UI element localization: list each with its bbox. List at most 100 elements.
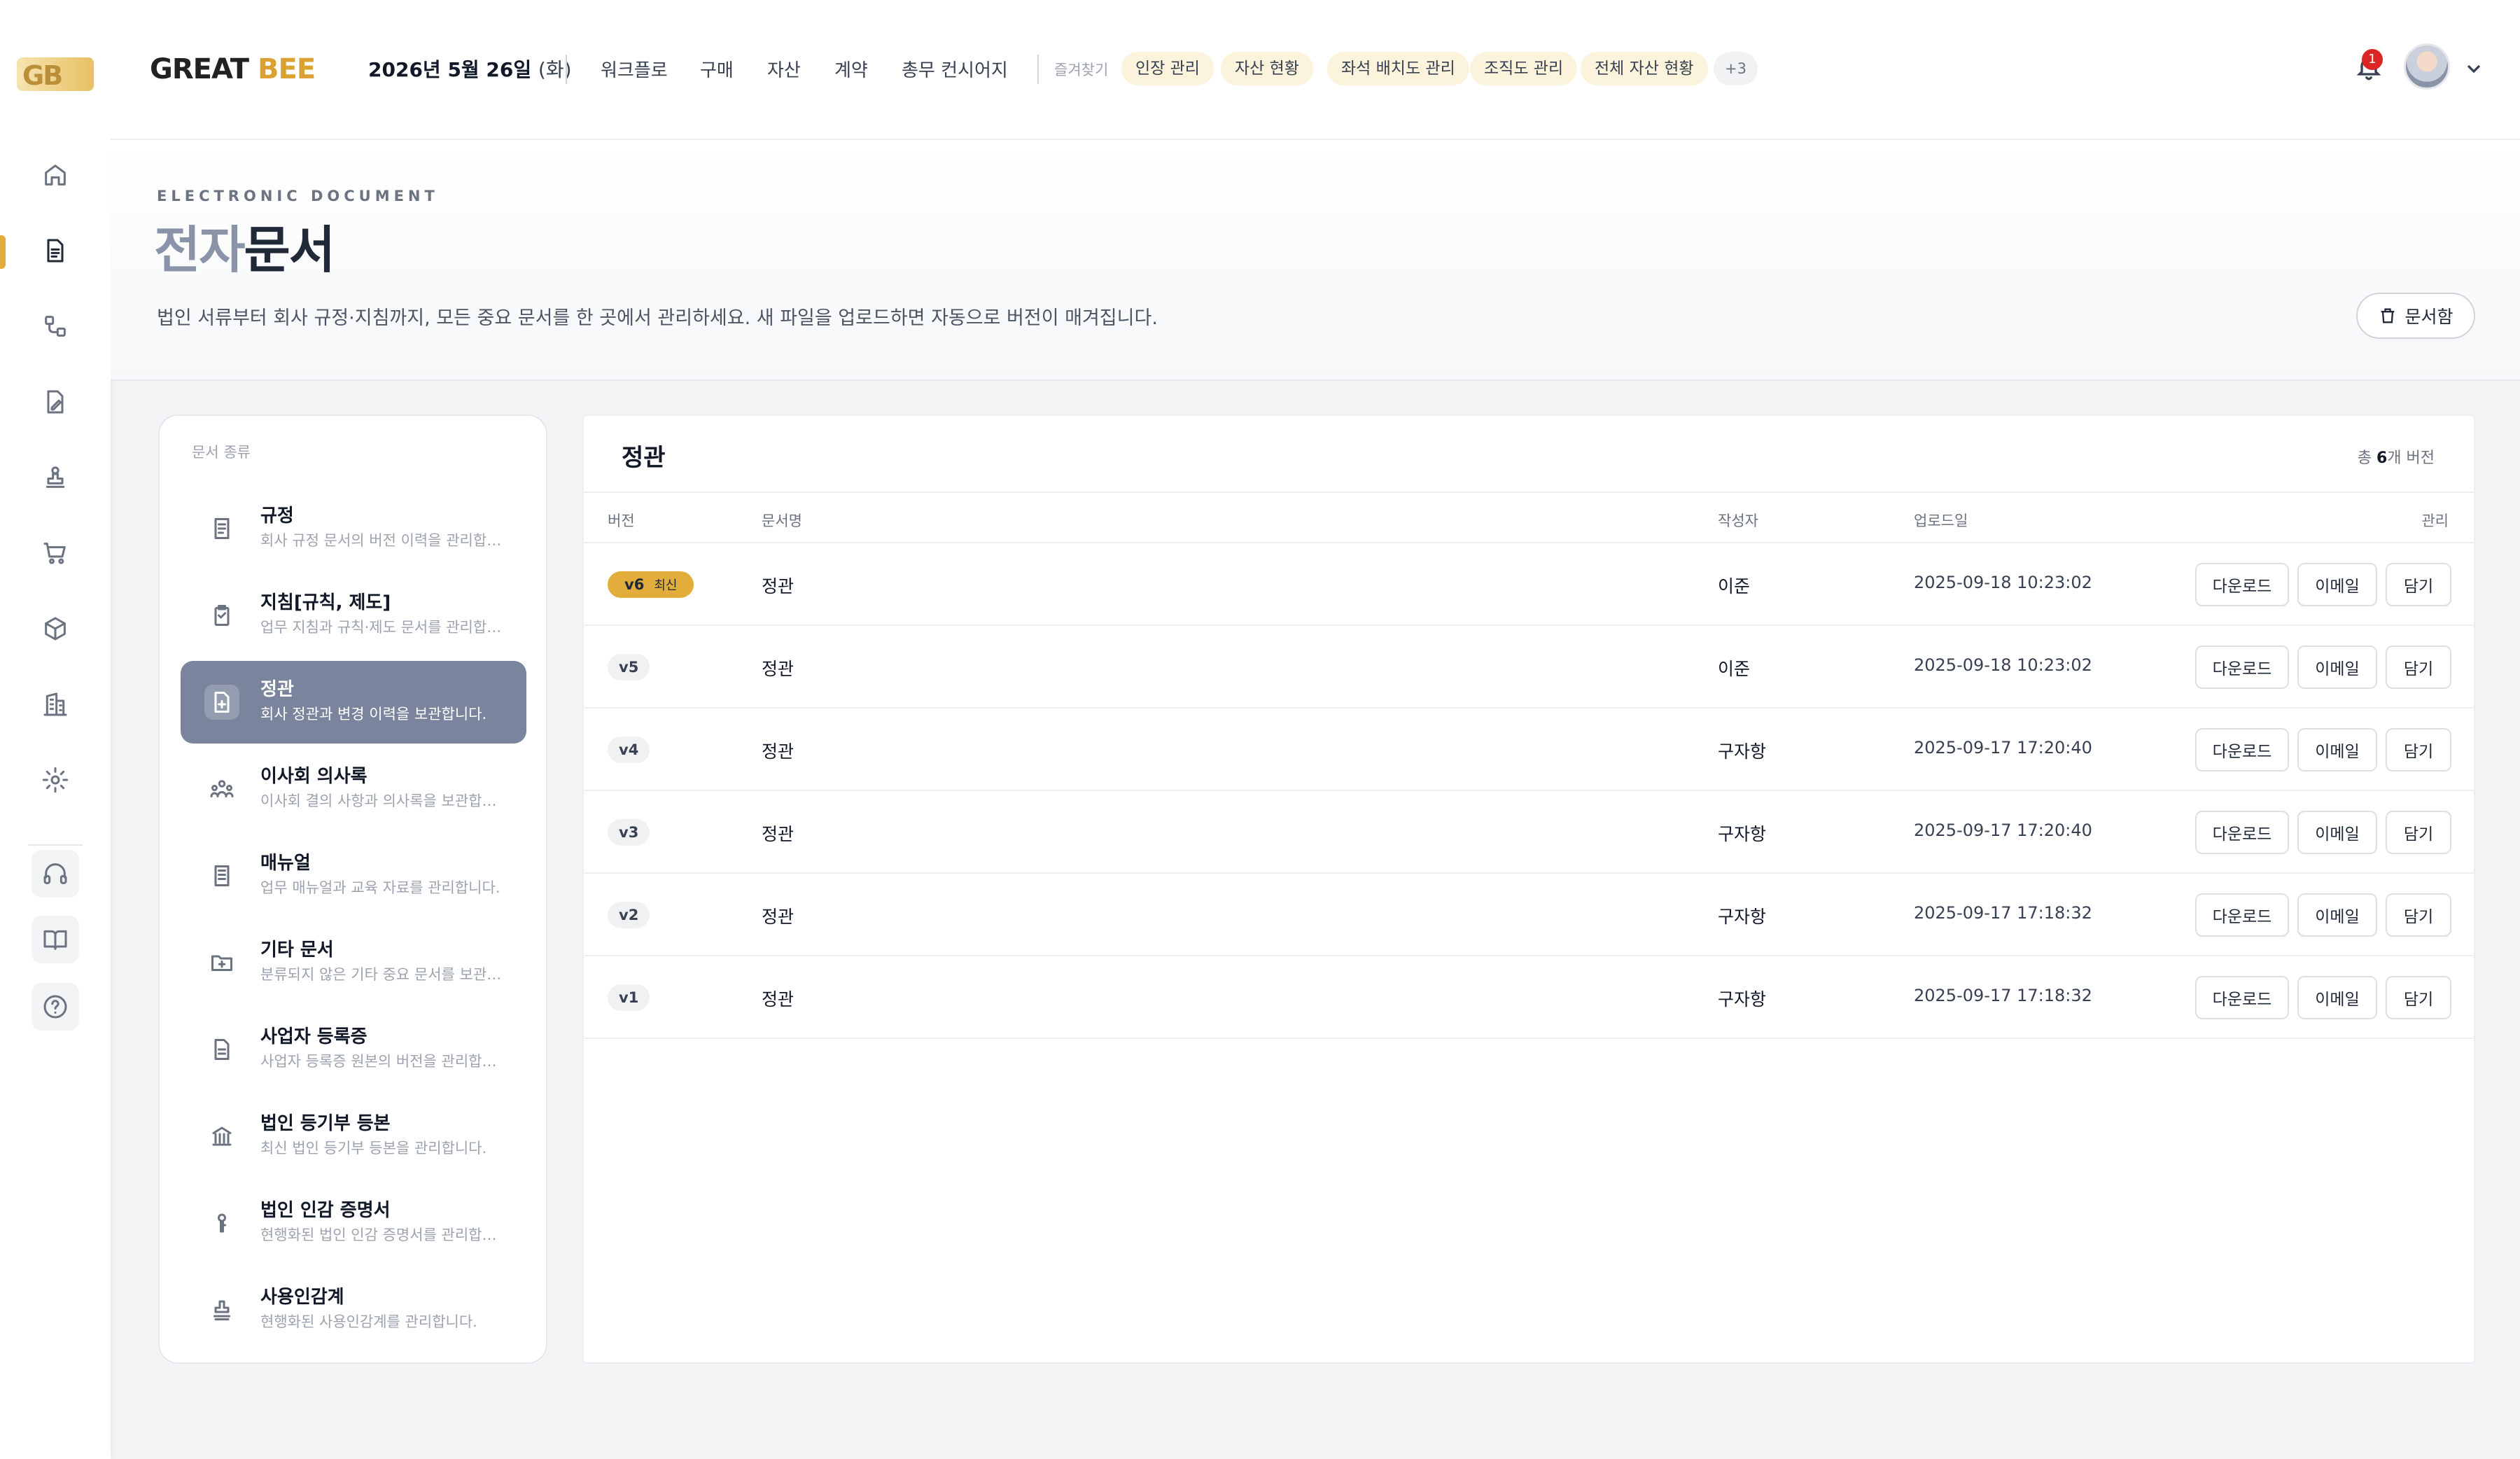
avatar[interactable] bbox=[2404, 43, 2450, 90]
current-date: 2026년 5월 26일 (화) bbox=[368, 58, 572, 81]
stamp-icon bbox=[204, 1292, 239, 1327]
upload-date: 2025-09-17 17:20:40 bbox=[1914, 738, 2092, 758]
folder-plus-icon bbox=[204, 945, 239, 980]
column-header-name: 문서명 bbox=[762, 512, 802, 529]
nav-workflow[interactable]: 워크플로 bbox=[601, 56, 668, 82]
favorite-chip[interactable]: 인장 관리 bbox=[1121, 52, 1214, 85]
version-panel: 정관 총 6개 버전 버전 문서명 작성자 업로드일 관리 v6 최신 정관 이준 20… bbox=[582, 414, 2475, 1364]
nav-concierge[interactable]: 총무 컨시어지 bbox=[902, 56, 1008, 82]
document-icon[interactable] bbox=[31, 227, 79, 274]
category-title: 사업자 등록증 bbox=[260, 1026, 368, 1047]
category-item[interactable]: 규정 회사 규정 문서의 버전 이력을 관리합니다. bbox=[181, 487, 526, 570]
download-button[interactable]: 다운로드 bbox=[2195, 645, 2289, 689]
favorites-more-chip[interactable]: +3 bbox=[1714, 52, 1758, 85]
nav-contract[interactable]: 계약 bbox=[834, 56, 868, 82]
email-button[interactable]: 이메일 bbox=[2297, 563, 2377, 606]
favorite-chip[interactable]: 전체 자산 현황 bbox=[1581, 52, 1708, 85]
category-description: 이사회 결의 사항과 의사록을 보관합니다. bbox=[260, 793, 505, 809]
docbox-label: 문서함 bbox=[2404, 307, 2454, 327]
author: 이준 bbox=[1718, 576, 1751, 596]
bank-icon bbox=[204, 1119, 239, 1154]
add-to-box-button[interactable]: 담기 bbox=[2386, 563, 2451, 606]
cart-icon[interactable] bbox=[31, 529, 79, 577]
page-eyebrow: ELECTRONIC DOCUMENT bbox=[157, 188, 439, 204]
stamp-key-icon bbox=[204, 1206, 239, 1241]
category-title: 사용인감계 bbox=[260, 1287, 344, 1308]
header-divider bbox=[566, 55, 567, 84]
book-icon[interactable] bbox=[31, 916, 79, 963]
chevron-down-icon[interactable] bbox=[2463, 57, 2485, 80]
category-panel: 문서 종류 규정 회사 규정 문서의 버전 이력을 관리합니다. 지침[규칙, 제도… bbox=[158, 414, 547, 1364]
file-plus-icon bbox=[204, 685, 239, 720]
table-row[interactable]: v1 정관 구자항 2025-09-17 17:18:32 다운로드 이메일 담기 bbox=[584, 956, 2474, 1039]
table-row[interactable]: v6 최신 정관 이준 2025-09-18 10:23:02 다운로드 이메일 담기 bbox=[584, 543, 2474, 626]
favorite-chip[interactable]: 자산 현황 bbox=[1221, 52, 1313, 85]
email-button[interactable]: 이메일 bbox=[2297, 645, 2377, 689]
category-item[interactable]: 법인 등기부 등본 최신 법인 등기부 등본을 관리합니다. bbox=[181, 1095, 526, 1178]
favorites-label: 즐겨찾기 bbox=[1054, 62, 1109, 78]
add-to-box-button[interactable]: 담기 bbox=[2386, 893, 2451, 937]
author: 구자항 bbox=[1718, 989, 1767, 1010]
headset-icon[interactable] bbox=[31, 850, 79, 898]
nav-asset[interactable]: 자산 bbox=[767, 56, 801, 82]
document-name: 정관 bbox=[762, 907, 794, 927]
download-button[interactable]: 다운로드 bbox=[2195, 976, 2289, 1019]
download-button[interactable]: 다운로드 bbox=[2195, 728, 2289, 772]
list-doc-icon bbox=[204, 511, 239, 546]
table-row[interactable]: v2 정관 구자항 2025-09-17 17:18:32 다운로드 이메일 담기 bbox=[584, 874, 2474, 956]
table-row[interactable]: v3 정관 구자항 2025-09-17 17:20:40 다운로드 이메일 담기 bbox=[584, 791, 2474, 874]
table-row[interactable]: v5 정관 이준 2025-09-18 10:23:02 다운로드 이메일 담기 bbox=[584, 626, 2474, 708]
help-icon[interactable] bbox=[31, 983, 79, 1031]
workflow-icon[interactable] bbox=[31, 302, 79, 350]
download-button[interactable]: 다운로드 bbox=[2195, 811, 2289, 854]
add-to-box-button[interactable]: 담기 bbox=[2386, 811, 2451, 854]
add-to-box-button[interactable]: 담기 bbox=[2386, 976, 2451, 1019]
page-header-band bbox=[111, 140, 2520, 381]
settings-icon[interactable] bbox=[31, 756, 79, 804]
page-description: 법인 서류부터 회사 규정·지침까지, 모든 중요 문서를 한 곳에서 관리하세… bbox=[157, 307, 1158, 329]
sidebar: GB bbox=[0, 0, 111, 1459]
category-title: 법인 등기부 등본 bbox=[260, 1113, 391, 1134]
trash-box-icon bbox=[2381, 308, 2395, 323]
category-item[interactable]: 기타 문서 분류되지 않은 기타 중요 문서를 보관합니다. bbox=[181, 921, 526, 1004]
add-to-box-button[interactable]: 담기 bbox=[2386, 645, 2451, 689]
category-item[interactable]: 이사회 의사록 이사회 결의 사항과 의사록을 보관합니다. bbox=[181, 748, 526, 830]
nav-purchase[interactable]: 구매 bbox=[700, 56, 734, 82]
brand-logo[interactable]: GREAT BEE bbox=[150, 53, 316, 85]
category-description: 현행화된 사용인감계를 관리합니다. bbox=[260, 1313, 477, 1330]
email-button[interactable]: 이메일 bbox=[2297, 728, 2377, 772]
category-heading: 문서 종류 bbox=[192, 444, 251, 461]
box-icon[interactable] bbox=[31, 605, 79, 652]
table-row[interactable]: v4 정관 구자항 2025-09-17 17:20:40 다운로드 이메일 담기 bbox=[584, 708, 2474, 791]
category-title: 정관 bbox=[260, 679, 294, 700]
version-count: 총 6개 버전 bbox=[2357, 449, 2435, 467]
document-name: 정관 bbox=[762, 741, 794, 762]
docbox-button[interactable]: 문서함 bbox=[2356, 293, 2475, 339]
logo-mark[interactable]: GB bbox=[17, 57, 94, 91]
email-button[interactable]: 이메일 bbox=[2297, 976, 2377, 1019]
notification-badge: 1 bbox=[2362, 49, 2383, 70]
favorite-chip[interactable]: 조직도 관리 bbox=[1470, 52, 1578, 85]
seal-icon[interactable] bbox=[31, 454, 79, 501]
header-divider bbox=[1037, 55, 1039, 84]
people-icon bbox=[204, 772, 239, 807]
category-item[interactable]: 정관 회사 정관과 변경 이력을 보관합니다. bbox=[181, 661, 526, 744]
favorite-chip[interactable]: 좌석 배치도 관리 bbox=[1327, 52, 1469, 85]
contract-icon[interactable] bbox=[31, 378, 79, 426]
category-title: 규정 bbox=[260, 505, 294, 526]
building-icon[interactable] bbox=[31, 680, 79, 728]
category-item[interactable]: 매뉴얼 업무 매뉴얼과 교육 자료를 관리합니다. bbox=[181, 835, 526, 917]
upload-date: 2025-09-17 17:18:32 bbox=[1914, 986, 2092, 1005]
category-item[interactable]: 사용인감계현행화된 사용인감계를 관리합니다. bbox=[181, 1269, 526, 1351]
category-item[interactable]: 사업자 등록증 사업자 등록증 원본의 버전을 관리합니다. bbox=[181, 1008, 526, 1091]
category-item[interactable]: 법인 인감 증명서 현행화된 법인 인감 증명서를 관리합니다. bbox=[181, 1182, 526, 1264]
email-button[interactable]: 이메일 bbox=[2297, 811, 2377, 854]
download-button[interactable]: 다운로드 bbox=[2195, 893, 2289, 937]
add-to-box-button[interactable]: 담기 bbox=[2386, 728, 2451, 772]
home-icon[interactable] bbox=[31, 151, 79, 199]
email-button[interactable]: 이메일 bbox=[2297, 893, 2377, 937]
category-item[interactable]: 지침[규칙, 제도] 업무 지침과 규칙·제도 문서를 관리합니다. bbox=[181, 574, 526, 657]
category-description: 분류되지 않은 기타 중요 문서를 보관합니다. bbox=[260, 966, 505, 983]
download-button[interactable]: 다운로드 bbox=[2195, 563, 2289, 606]
document-name: 정관 bbox=[762, 576, 794, 596]
